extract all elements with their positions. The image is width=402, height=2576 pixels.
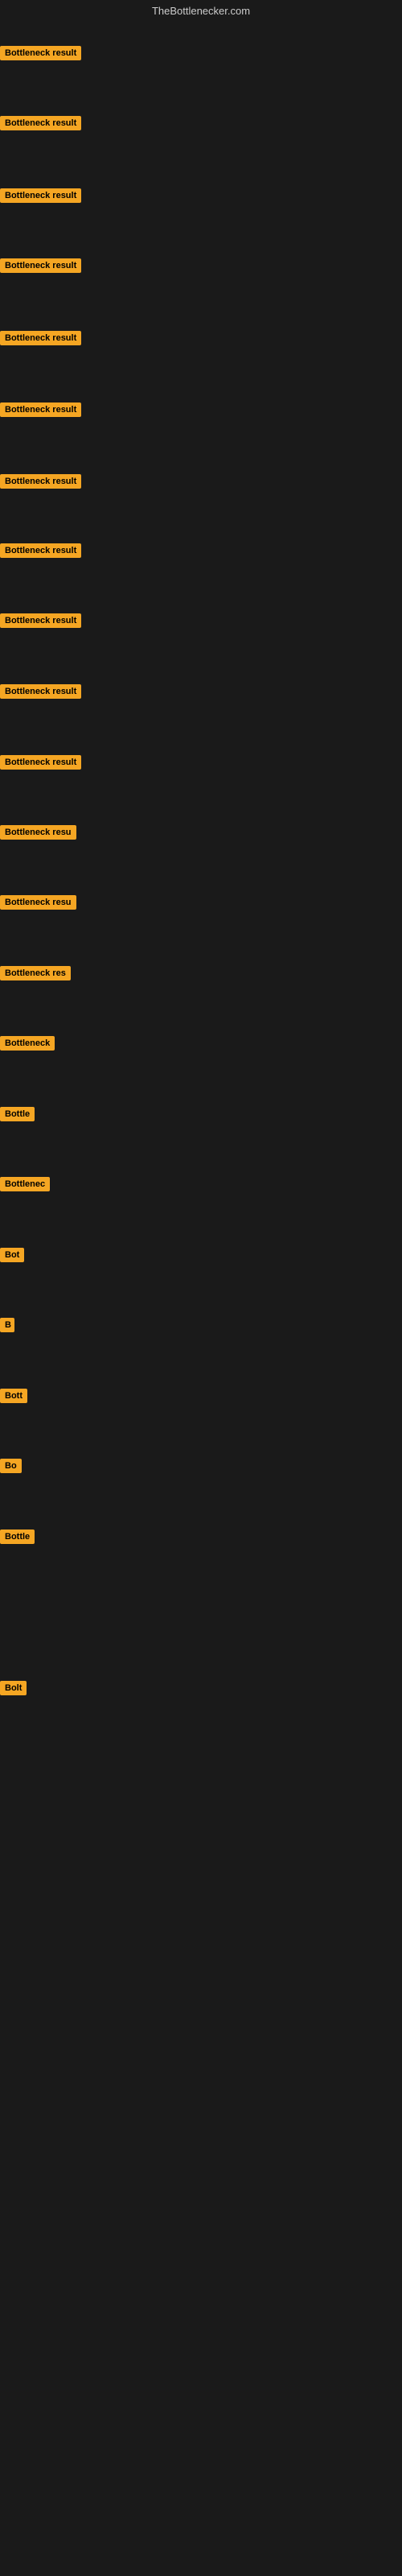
bottleneck-badge[interactable]: Bottleneck result (0, 684, 81, 699)
bottleneck-badge[interactable]: Bottleneck resu (0, 895, 76, 910)
bottleneck-badge[interactable]: Bottle (0, 1107, 35, 1121)
bottleneck-badge[interactable]: Bottleneck result (0, 188, 81, 203)
bottleneck-badge[interactable]: Bottleneck result (0, 543, 81, 558)
site-title: TheBottlenecker.com (0, 2, 402, 20)
bottleneck-badge[interactable]: Bottleneck result (0, 258, 81, 273)
bottleneck-badge[interactable]: Bolt (0, 1681, 27, 1695)
bottleneck-badge[interactable]: Bo (0, 1459, 22, 1473)
bottleneck-badge[interactable]: Bottleneck res (0, 966, 71, 980)
bottleneck-badge[interactable]: Bot (0, 1248, 24, 1262)
bottleneck-badge[interactable]: Bottleneck result (0, 331, 81, 345)
bottleneck-badge[interactable]: Bottleneck result (0, 402, 81, 417)
bottleneck-badge[interactable]: Bottleneck result (0, 755, 81, 770)
bottleneck-badge[interactable]: Bottleneck result (0, 116, 81, 130)
bottleneck-badge[interactable]: B (0, 1318, 14, 1332)
bottleneck-badge[interactable]: Bott (0, 1389, 27, 1403)
bottleneck-badge[interactable]: Bottleneck (0, 1036, 55, 1051)
bottleneck-badge[interactable]: Bottleneck result (0, 613, 81, 628)
bottleneck-badge[interactable]: Bottleneck result (0, 474, 81, 489)
bottleneck-badge[interactable]: Bottlenec (0, 1177, 50, 1191)
bottleneck-badge[interactable]: Bottleneck result (0, 46, 81, 60)
bottleneck-badge[interactable]: Bottleneck resu (0, 825, 76, 840)
bottleneck-badge[interactable]: Bottle (0, 1530, 35, 1544)
